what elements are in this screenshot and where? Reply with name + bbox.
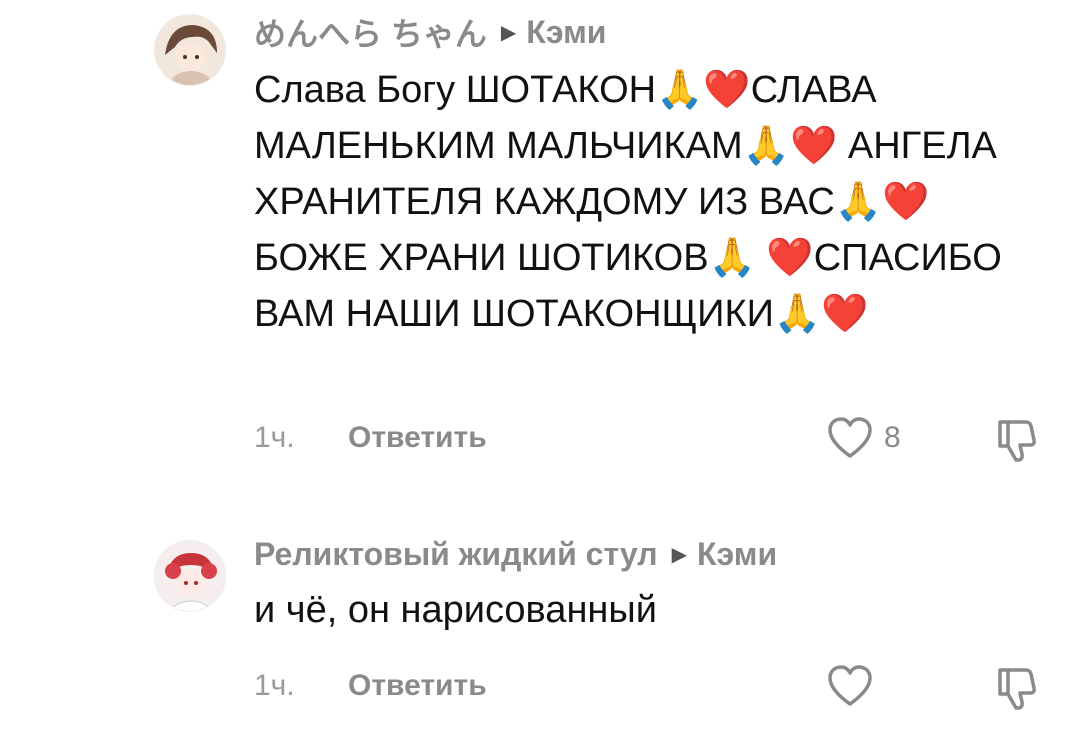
avatar-image (155, 541, 225, 611)
heart-icon (826, 416, 874, 460)
reply-button[interactable]: Ответить (348, 421, 487, 455)
like-button[interactable] (826, 664, 884, 708)
caret-right-icon: ▶ (671, 543, 687, 566)
avatar-image (155, 15, 225, 85)
comment-actions: 1ч. Ответить 8 (254, 416, 1080, 462)
username[interactable]: Реликтовый жидкий стул (254, 536, 658, 573)
comment-text: и чё, он нарисованный (254, 589, 657, 631)
comment-actions: 1ч. Ответить (254, 664, 1080, 710)
thumbs-down-icon[interactable] (992, 416, 1042, 464)
timestamp: 1ч. (254, 669, 295, 702)
username[interactable]: めんへら ちゃん (254, 9, 487, 55)
heart-icon (826, 664, 874, 708)
timestamp: 1ч. (254, 421, 295, 454)
reply-to-username[interactable]: Кэми (697, 536, 777, 573)
comment-header: めんへら ちゃん ▶ Кэми (254, 9, 606, 55)
thumbs-down-icon[interactable] (992, 664, 1042, 712)
avatar[interactable] (154, 540, 226, 612)
like-button[interactable]: 8 (826, 416, 901, 460)
comment-text: Слава Богу ШОТАКОН🙏❤️СЛАВА МАЛЕНЬКИМ МАЛ… (254, 69, 1002, 335)
caret-right-icon: ▶ (500, 21, 517, 44)
comment-header: Реликтовый жидкий стул ▶ Кэми (254, 534, 777, 574)
like-count: 8 (884, 421, 901, 454)
reply-to-username[interactable]: Кэми (526, 14, 606, 51)
avatar[interactable] (154, 14, 226, 86)
reply-button[interactable]: Ответить (348, 669, 487, 703)
